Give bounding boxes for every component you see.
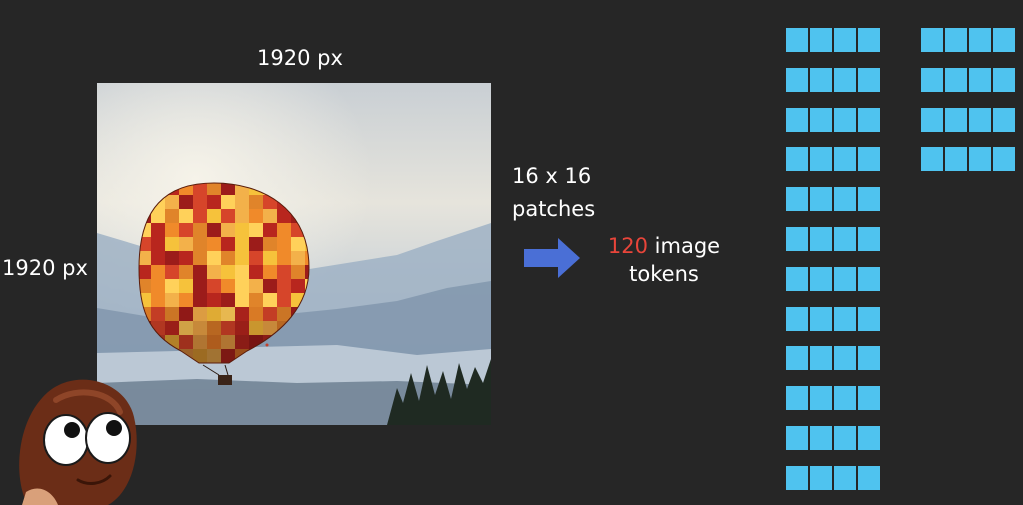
- token-count-number: 120: [607, 234, 648, 258]
- token-cell: [834, 306, 858, 331]
- image-token: [921, 147, 1015, 172]
- token-cell: [921, 28, 945, 52]
- token-cell: [969, 147, 993, 172]
- token-cell: [858, 465, 880, 490]
- token-cell: [945, 67, 969, 92]
- token-cell: [810, 426, 834, 450]
- image-token: [786, 147, 880, 172]
- width-label: 1920 px: [257, 46, 343, 70]
- token-cell: [786, 187, 810, 212]
- token-count-label: 120 image tokens: [586, 232, 742, 288]
- token-cell: [921, 67, 945, 92]
- token-cell: [858, 386, 880, 411]
- token-cell: [834, 266, 858, 291]
- token-cell: [993, 147, 1015, 172]
- token-cell: [834, 346, 858, 371]
- token-cell: [786, 266, 810, 291]
- image-token: [921, 107, 1015, 132]
- token-cell: [810, 306, 834, 331]
- image-token: [786, 386, 880, 411]
- token-cell: [810, 386, 834, 411]
- token-cell: [858, 346, 880, 371]
- token-cell: [993, 67, 1015, 92]
- token-cell: [786, 346, 810, 371]
- image-token: [786, 187, 880, 212]
- token-cell: [969, 107, 993, 132]
- token-cell: [993, 28, 1015, 52]
- token-cell: [810, 266, 834, 291]
- token-cell: [786, 107, 810, 132]
- token-cell: [810, 67, 834, 92]
- token-cell: [921, 107, 945, 132]
- token-cell: [786, 28, 810, 52]
- token-cell: [786, 386, 810, 411]
- right-arrow-icon: [524, 238, 580, 278]
- token-cell: [858, 426, 880, 450]
- token-cell: [858, 147, 880, 172]
- token-cell: [945, 147, 969, 172]
- token-cell: [858, 107, 880, 132]
- balloon-photo: [97, 83, 491, 425]
- token-cell: [945, 28, 969, 52]
- token-cell: [810, 147, 834, 172]
- token-cell: [858, 306, 880, 331]
- patches-line-2: patches: [512, 197, 596, 221]
- token-cell: [786, 227, 810, 251]
- token-cell: [858, 227, 880, 251]
- token-cell: [969, 67, 993, 92]
- token-cell: [786, 147, 810, 172]
- image-token: [786, 306, 880, 331]
- token-cell: [786, 67, 810, 92]
- token-cell: [969, 28, 993, 52]
- token-cell: [810, 187, 834, 212]
- image-token: [786, 346, 880, 371]
- token-cell: [810, 28, 834, 52]
- patches-line-1: 16 x 16: [512, 164, 592, 188]
- token-cell: [786, 465, 810, 490]
- token-cell: [834, 227, 858, 251]
- token-cell: [810, 107, 834, 132]
- image-token: [921, 28, 1015, 52]
- image-token: [786, 227, 880, 251]
- token-cell: [858, 187, 880, 212]
- token-cell: [921, 147, 945, 172]
- token-cell: [786, 426, 810, 450]
- token-cell: [834, 147, 858, 172]
- token-cell: [834, 107, 858, 132]
- image-token: [786, 465, 880, 490]
- image-token: [786, 266, 880, 291]
- image-token: [786, 28, 880, 52]
- token-count-word-2: tokens: [629, 262, 699, 286]
- token-cell: [786, 306, 810, 331]
- token-count-word: image: [648, 234, 721, 258]
- token-cell: [834, 386, 858, 411]
- token-cell: [810, 227, 834, 251]
- token-cell: [858, 67, 880, 92]
- token-cell: [834, 67, 858, 92]
- token-cell: [834, 187, 858, 212]
- image-token: [786, 426, 880, 450]
- image-token: [921, 67, 1015, 92]
- image-token: [786, 107, 880, 132]
- image-token: [786, 67, 880, 92]
- token-cell: [858, 266, 880, 291]
- token-cell: [945, 107, 969, 132]
- token-cell: [810, 346, 834, 371]
- height-label: 1920 px: [2, 256, 88, 280]
- token-cell: [858, 28, 880, 52]
- coffee-bean-mascot-icon: [19, 379, 137, 505]
- token-cell: [834, 426, 858, 450]
- token-cell: [993, 107, 1015, 132]
- token-cell: [810, 465, 834, 490]
- token-cell: [834, 28, 858, 52]
- token-cell: [834, 465, 858, 490]
